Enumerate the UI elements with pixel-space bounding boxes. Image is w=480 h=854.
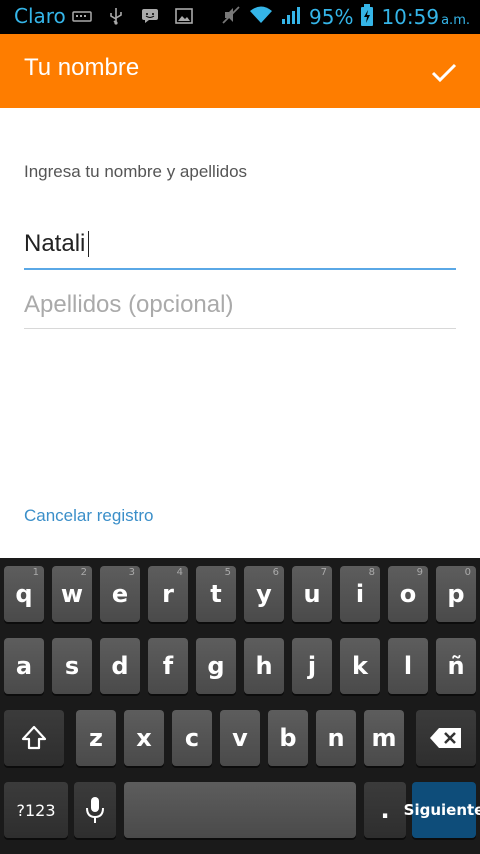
key-d[interactable]: d xyxy=(100,638,140,694)
key-h[interactable]: h xyxy=(244,638,284,694)
key-r[interactable]: 4r xyxy=(148,566,188,622)
name-prompt: Ingresa tu nombre y apellidos xyxy=(24,162,248,181)
usb-icon xyxy=(106,7,126,25)
key-a[interactable]: a xyxy=(4,638,44,694)
key-l[interactable]: l xyxy=(388,638,428,694)
carrier-label: Claro xyxy=(14,4,66,28)
symbols-key[interactable]: ?123 xyxy=(4,782,68,838)
key-m[interactable]: m xyxy=(364,710,404,766)
backspace-key[interactable] xyxy=(416,710,476,766)
key-w[interactable]: 2w xyxy=(52,566,92,622)
last-name-field[interactable] xyxy=(24,288,456,329)
key-u[interactable]: 7u xyxy=(292,566,332,622)
mute-icon xyxy=(221,5,241,29)
notification-icons xyxy=(72,7,194,25)
key-y[interactable]: 6y xyxy=(244,566,284,622)
key-p[interactable]: 0p xyxy=(436,566,476,622)
key-b[interactable]: b xyxy=(268,710,308,766)
key-c[interactable]: c xyxy=(172,710,212,766)
period-key[interactable]: . xyxy=(364,782,406,838)
battery-icon xyxy=(361,4,374,30)
key-j[interactable]: j xyxy=(292,638,332,694)
key-o[interactable]: 9o xyxy=(388,566,428,622)
voice-input-key[interactable] xyxy=(74,782,116,838)
soft-keyboard: 1q 2w 3e 4r 5t 6y 7u 8i 9o 0p a s d f g … xyxy=(0,558,480,854)
key-v[interactable]: v xyxy=(220,710,260,766)
key-k[interactable]: k xyxy=(340,638,380,694)
text-caret xyxy=(88,231,89,257)
shift-key[interactable] xyxy=(4,710,64,766)
microphone-icon xyxy=(86,797,104,823)
key-f[interactable]: f xyxy=(148,638,188,694)
clock: 10:59 a.m. xyxy=(381,5,470,29)
key-n-tilde[interactable]: ñ xyxy=(436,638,476,694)
next-action-key[interactable]: Siguiente xyxy=(404,782,480,838)
app-bar: Tu nombre xyxy=(0,34,480,108)
last-name-input[interactable] xyxy=(24,288,456,322)
key-x[interactable]: x xyxy=(124,710,164,766)
messenger-icon xyxy=(140,7,160,25)
key-n[interactable]: n xyxy=(316,710,356,766)
cancel-registration-link[interactable]: Cancelar registro xyxy=(24,506,153,526)
key-g[interactable]: g xyxy=(196,638,236,694)
key-e[interactable]: 3e xyxy=(100,566,140,622)
status-right: 95% 10:59 a.m. xyxy=(221,4,470,30)
confirm-button[interactable] xyxy=(428,56,460,88)
page-title: Tu nombre xyxy=(24,54,140,81)
space-bar[interactable] xyxy=(124,782,356,838)
backspace-icon xyxy=(430,728,461,748)
key-t[interactable]: 5t xyxy=(196,566,236,622)
first-name-field[interactable] xyxy=(24,228,456,270)
check-icon xyxy=(431,63,457,83)
key-i[interactable]: 8i xyxy=(340,566,380,622)
key-q[interactable]: 1q xyxy=(4,566,44,622)
key-z[interactable]: z xyxy=(76,710,116,766)
key-s[interactable]: s xyxy=(52,638,92,694)
status-bar: Claro 95% 10:59 a.m. xyxy=(0,0,480,34)
signal-icon xyxy=(281,5,301,29)
shift-icon xyxy=(21,725,47,750)
wifi-icon xyxy=(249,5,273,29)
keyboard-notification-icon xyxy=(72,7,92,25)
image-icon xyxy=(174,7,194,25)
battery-percent: 95% xyxy=(309,5,354,29)
